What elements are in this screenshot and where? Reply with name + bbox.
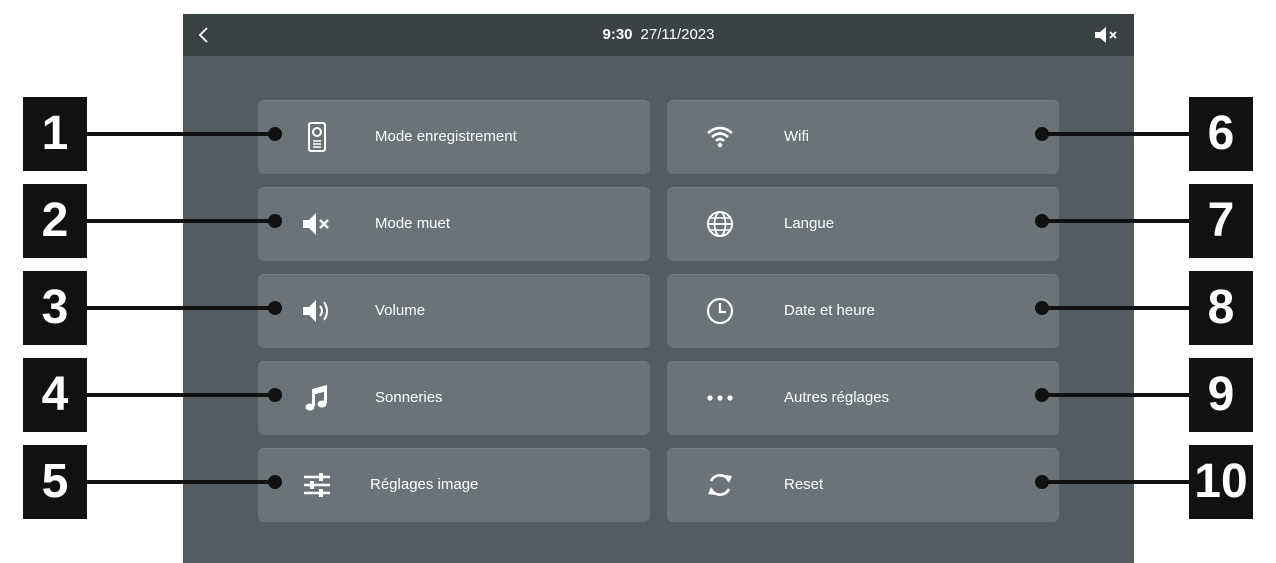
callout-10: 10 (1189, 445, 1253, 519)
tile-label: Sonneries (375, 389, 443, 406)
intercom-icon (308, 122, 326, 152)
tile-mode-muet[interactable]: Mode muet (258, 187, 650, 261)
tile-label: Langue (784, 215, 835, 232)
music-note-icon (305, 385, 327, 411)
leader-dot (1035, 127, 1049, 141)
datetime-display: 9:30 27/11/2023 (183, 14, 1134, 56)
callout-2: 2 (23, 184, 87, 258)
leader-line (87, 306, 277, 310)
leader-line (87, 480, 277, 484)
leader-dot (268, 127, 282, 141)
leader-line (87, 393, 277, 397)
volume-icon (303, 300, 328, 322)
tile-reset[interactable]: Reset (667, 448, 1059, 522)
callout-9: 9 (1189, 358, 1253, 432)
status-bar: 9:30 27/11/2023 (183, 14, 1134, 56)
leader-line (87, 219, 277, 223)
tile-reglages-image[interactable]: Réglages image (258, 448, 650, 522)
callout-5: 5 (23, 445, 87, 519)
tile-label: Wifi (784, 128, 809, 145)
leader-dot (268, 388, 282, 402)
leader-dot (1035, 301, 1049, 315)
settings-screen: 9:30 27/11/2023 Mode enregistrement Mode … (183, 14, 1134, 563)
leader-line (1042, 480, 1189, 484)
tile-label: Volume (375, 302, 426, 319)
tile-date-et-heure[interactable]: Date et heure (667, 274, 1059, 348)
tile-sonneries[interactable]: Sonneries (258, 361, 650, 435)
tile-volume[interactable]: Volume (258, 274, 650, 348)
tile-mode-enregistrement[interactable]: Mode enregistrement (258, 100, 650, 174)
tile-label: Réglages image (370, 476, 479, 493)
tile-label: Mode enregistrement (375, 128, 517, 145)
status-time: 9:30 (602, 26, 633, 43)
callout-4: 4 (23, 358, 87, 432)
leader-dot (268, 214, 282, 228)
leader-line (1042, 132, 1189, 136)
globe-icon (707, 211, 733, 237)
callout-8: 8 (1189, 271, 1253, 345)
leader-line (1042, 306, 1189, 310)
tile-label: Mode muet (375, 215, 451, 232)
tile-wifi[interactable]: Wifi (667, 100, 1059, 174)
leader-dot (1035, 475, 1049, 489)
tile-label: Date et heure (784, 302, 875, 319)
leader-line (1042, 393, 1189, 397)
leader-line (87, 132, 277, 136)
tile-autres-reglages[interactable]: Autres réglages (667, 361, 1059, 435)
callout-7: 7 (1189, 184, 1253, 258)
tile-langue[interactable]: Langue (667, 187, 1059, 261)
leader-dot (268, 301, 282, 315)
callout-3: 3 (23, 271, 87, 345)
reset-icon (708, 474, 732, 496)
mute-status-icon (1095, 27, 1117, 43)
tile-label: Reset (784, 476, 824, 493)
wifi-icon (707, 126, 733, 148)
leader-dot (1035, 214, 1049, 228)
status-date: 27/11/2023 (640, 26, 715, 43)
more-dots-icon (707, 395, 733, 401)
tile-label: Autres réglages (784, 389, 890, 406)
callout-1: 1 (23, 97, 87, 171)
leader-dot (268, 475, 282, 489)
callout-6: 6 (1189, 97, 1253, 171)
sliders-icon (304, 473, 330, 497)
clock-icon (706, 297, 734, 325)
mute-icon (303, 213, 329, 235)
leader-line (1042, 219, 1189, 223)
leader-dot (1035, 388, 1049, 402)
